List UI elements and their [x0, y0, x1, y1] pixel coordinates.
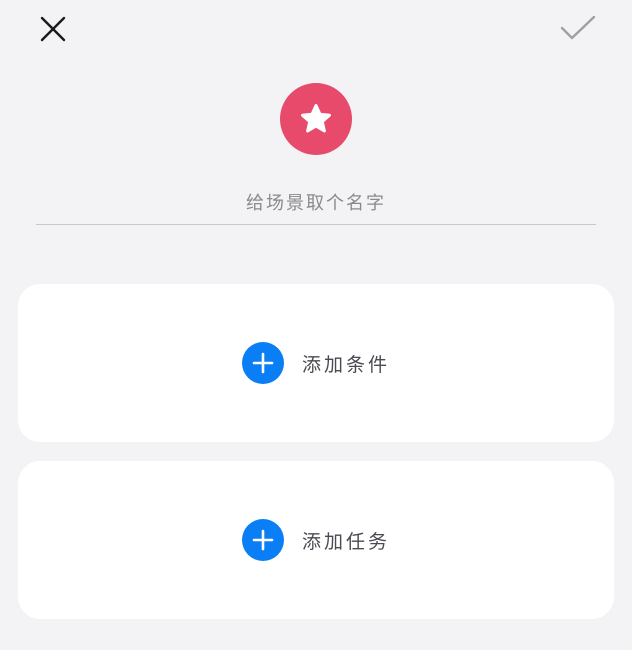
conditions-card: 添加条件: [18, 284, 614, 442]
confirm-button[interactable]: [556, 10, 600, 46]
plus-icon: [241, 519, 284, 561]
scene-name-input[interactable]: [36, 182, 596, 225]
scene-editor-page: 添加条件 添加任务: [0, 0, 632, 650]
close-button[interactable]: [34, 12, 72, 46]
add-condition-label: 添加条件: [301, 353, 390, 376]
close-icon: [40, 16, 66, 42]
add-task-label: 添加任务: [301, 530, 390, 553]
tasks-card: 添加任务: [18, 461, 614, 619]
add-task-button[interactable]: 添加任务: [18, 519, 614, 561]
scene-icon-button[interactable]: [280, 83, 352, 155]
star-icon: [301, 104, 331, 133]
add-condition-button[interactable]: 添加条件: [18, 342, 614, 384]
plus-icon: [241, 342, 284, 384]
checkmark-icon: [560, 15, 596, 40]
